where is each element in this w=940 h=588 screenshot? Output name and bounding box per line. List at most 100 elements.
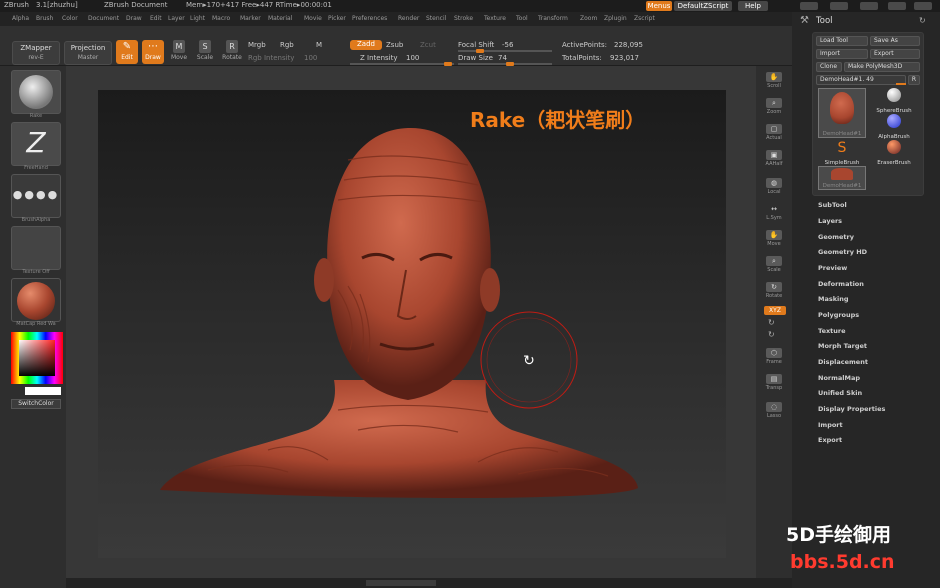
focal-shift-slider[interactable] <box>458 49 552 53</box>
panel-morph-target[interactable]: Morph Target <box>818 342 867 350</box>
y-axis-icon[interactable]: ↻ <box>768 318 775 327</box>
panel-layers[interactable]: Layers <box>818 217 842 225</box>
menu-zscript[interactable]: Zscript <box>634 15 655 22</box>
tool-thumb-demohead-2[interactable]: DemoHead#1 <box>818 166 866 190</box>
panel-export[interactable]: Export <box>818 436 842 444</box>
lasso-button[interactable]: ◌ Lasso <box>762 400 786 422</box>
panel-preview[interactable]: Preview <box>818 264 847 272</box>
panel-unified-skin[interactable]: Unified Skin <box>818 389 862 397</box>
focal-shift-value[interactable]: -56 <box>502 41 513 49</box>
window-btn-1[interactable] <box>800 2 818 10</box>
rotate-view-button[interactable]: ↻ Rotate <box>762 280 786 302</box>
menu-zplugin[interactable]: Zplugin <box>604 15 627 22</box>
draw-size-slider[interactable] <box>458 62 552 66</box>
z-axis-icon[interactable]: ↻ <box>768 330 775 339</box>
menu-light[interactable]: Light <box>190 15 205 22</box>
move-mode-button[interactable]: M Move <box>168 40 190 64</box>
m-button[interactable]: M <box>316 41 322 49</box>
color-square[interactable] <box>19 340 55 376</box>
xyz-button[interactable]: XYZ <box>764 306 786 315</box>
tool-thumb-simplebrush[interactable]: S SimpleBrush <box>818 140 866 166</box>
window-btn-5[interactable] <box>914 2 932 10</box>
tool-thumb-demohead[interactable]: DemoHead#1 <box>818 88 866 138</box>
alpha-thumbnail[interactable]: ●●●● <box>11 174 61 218</box>
panel-texture[interactable]: Texture <box>818 327 846 335</box>
default-zscript-button[interactable]: DefaultZScript <box>674 1 732 11</box>
panel-import[interactable]: Import <box>818 421 843 429</box>
export-button[interactable]: Export <box>870 49 920 59</box>
panel-geometry[interactable]: Geometry <box>818 233 854 241</box>
frame-button[interactable]: ⬡ Frame <box>762 346 786 368</box>
current-tool-knob[interactable] <box>896 83 906 85</box>
panel-reset-icon[interactable]: ↻ <box>919 16 926 25</box>
transp-button[interactable]: ▤ Transp <box>762 372 786 394</box>
document-canvas[interactable]: ↻ Rake（耙状笔刷） <box>98 90 726 558</box>
projection-master-button[interactable]: Projection Master <box>64 41 112 65</box>
menu-macro[interactable]: Macro <box>212 15 230 22</box>
scale-view-button[interactable]: ⌕ Scale <box>762 254 786 276</box>
menu-alpha[interactable]: Alpha <box>12 15 29 22</box>
menu-tool[interactable]: Tool <box>516 15 528 22</box>
scale-mode-button[interactable]: S Scale <box>194 40 216 64</box>
help-button[interactable]: Help <box>738 1 768 11</box>
material-thumbnail[interactable] <box>11 278 61 322</box>
edit-mode-button[interactable]: ✎ Edit <box>116 40 138 64</box>
mrgb-button[interactable]: Mrgb <box>248 41 266 49</box>
move-view-button[interactable]: ✋ Move <box>762 228 786 250</box>
brush-thumbnail[interactable] <box>11 70 61 114</box>
secondary-color-swatch[interactable] <box>25 387 61 395</box>
focal-shift-knob[interactable] <box>476 49 484 53</box>
scroll-button[interactable]: ✋ Scroll <box>762 70 786 92</box>
menu-document[interactable]: Document <box>88 15 119 22</box>
stroke-thumbnail[interactable]: Z <box>11 122 61 166</box>
draw-mode-button[interactable]: ⋯ Draw <box>142 40 164 64</box>
panel-subtool[interactable]: SubTool <box>818 201 847 209</box>
menu-stencil[interactable]: Stencil <box>426 15 446 22</box>
load-tool-button[interactable]: Load Tool <box>816 36 868 46</box>
aahalf-button[interactable]: ▣ AAHalf <box>762 148 786 170</box>
tool-thumb-eraserbrush[interactable]: EraserBrush <box>870 140 918 166</box>
zsub-button[interactable]: Zsub <box>386 41 403 49</box>
tray-divider[interactable] <box>792 12 804 588</box>
color-picker[interactable] <box>11 332 63 384</box>
window-btn-2[interactable] <box>830 2 848 10</box>
menu-preferences[interactable]: Preferences <box>352 15 387 22</box>
z-intensity-value[interactable]: 100 <box>406 54 419 62</box>
panel-geometry-hd[interactable]: Geometry HD <box>818 248 867 256</box>
menu-picker[interactable]: Picker <box>328 15 346 22</box>
menu-color[interactable]: Color <box>62 15 78 22</box>
menu-layer[interactable]: Layer <box>168 15 185 22</box>
panel-displacement[interactable]: Displacement <box>818 358 868 366</box>
bottom-tray-handle[interactable] <box>366 580 436 586</box>
zoom-button[interactable]: ⌕ Zoom <box>762 96 786 118</box>
menu-render[interactable]: Render <box>398 15 419 22</box>
panel-display-properties[interactable]: Display Properties <box>818 405 885 413</box>
zcut-button[interactable]: Zcut <box>420 41 436 49</box>
menu-material[interactable]: Material <box>268 15 292 22</box>
rotate-mode-button[interactable]: R Rotate <box>220 40 244 64</box>
panel-normalmap[interactable]: NormalMap <box>818 374 860 382</box>
panel-deformation[interactable]: Deformation <box>818 280 864 288</box>
save-as-button[interactable]: Save As <box>870 36 920 46</box>
import-button[interactable]: Import <box>816 49 868 59</box>
texture-thumbnail[interactable] <box>11 226 61 270</box>
rgb-intensity-value[interactable]: 100 <box>304 54 317 62</box>
window-btn-3[interactable] <box>860 2 878 10</box>
current-tool-slider[interactable]: DemoHead#1. 49 <box>816 75 906 85</box>
menu-stroke[interactable]: Stroke <box>454 15 473 22</box>
panel-masking[interactable]: Masking <box>818 295 849 303</box>
panel-polygroups[interactable]: Polygroups <box>818 311 859 319</box>
menu-zoom[interactable]: Zoom <box>580 15 597 22</box>
menu-texture[interactable]: Texture <box>484 15 506 22</box>
local-button[interactable]: ◍ Local <box>762 176 786 198</box>
switch-color-button[interactable]: SwitchColor <box>11 399 61 409</box>
make-polymesh-button[interactable]: Make PolyMesh3D <box>844 62 920 72</box>
menu-movie[interactable]: Movie <box>304 15 322 22</box>
draw-size-value[interactable]: 74 <box>498 54 507 62</box>
lsym-button[interactable]: ↔ L.Sym <box>762 202 786 224</box>
tool-thumb-alphabrush[interactable]: AlphaBrush <box>870 114 918 140</box>
menu-edit[interactable]: Edit <box>150 15 162 22</box>
rgb-button[interactable]: Rgb <box>280 41 294 49</box>
z-intensity-slider[interactable] <box>350 62 454 66</box>
window-btn-4[interactable] <box>888 2 906 10</box>
